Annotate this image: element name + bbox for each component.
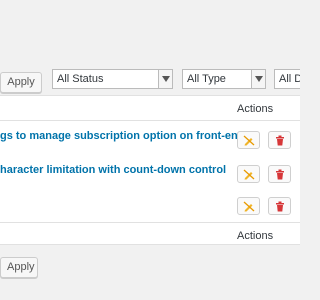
date-filter-select[interactable]: All Da: [274, 69, 300, 89]
edit-button[interactable]: [237, 165, 260, 183]
type-filter-value: All Type: [187, 73, 226, 85]
trash-icon: [276, 169, 284, 180]
type-filter-select[interactable]: All Type: [182, 69, 266, 89]
chevron-down-icon: [158, 70, 172, 88]
column-footer-actions: Actions: [237, 230, 274, 242]
pen-off-icon: [243, 135, 255, 146]
delete-button[interactable]: [268, 165, 291, 183]
status-filter-value: All Status: [57, 73, 104, 85]
date-filter-value: All Da: [279, 73, 300, 85]
row-title-link[interactable]: haracter limitation with count-down cont…: [0, 164, 226, 176]
pen-off-icon: [243, 201, 255, 212]
trash-icon: [276, 201, 284, 212]
delete-button[interactable]: [268, 197, 291, 215]
page: Apply All Status All Type All Da Actions…: [0, 0, 300, 300]
chevron-down-icon: [251, 70, 265, 88]
status-filter-select[interactable]: All Status: [52, 69, 173, 89]
trash-icon: [276, 135, 284, 146]
column-header-actions: Actions: [237, 103, 274, 115]
footer-divider: [0, 222, 300, 223]
edit-button[interactable]: [237, 131, 260, 149]
delete-button[interactable]: [268, 131, 291, 149]
apply-button-top[interactable]: Apply: [0, 72, 42, 93]
row-title-link[interactable]: gs to manage subscription option on fron…: [0, 130, 244, 142]
pen-off-icon: [243, 169, 255, 180]
edit-button[interactable]: [237, 197, 260, 215]
apply-button-bottom[interactable]: Apply: [0, 257, 38, 278]
header-divider: [0, 120, 300, 121]
items-table: Actions gs to manage subscription option…: [0, 95, 300, 245]
